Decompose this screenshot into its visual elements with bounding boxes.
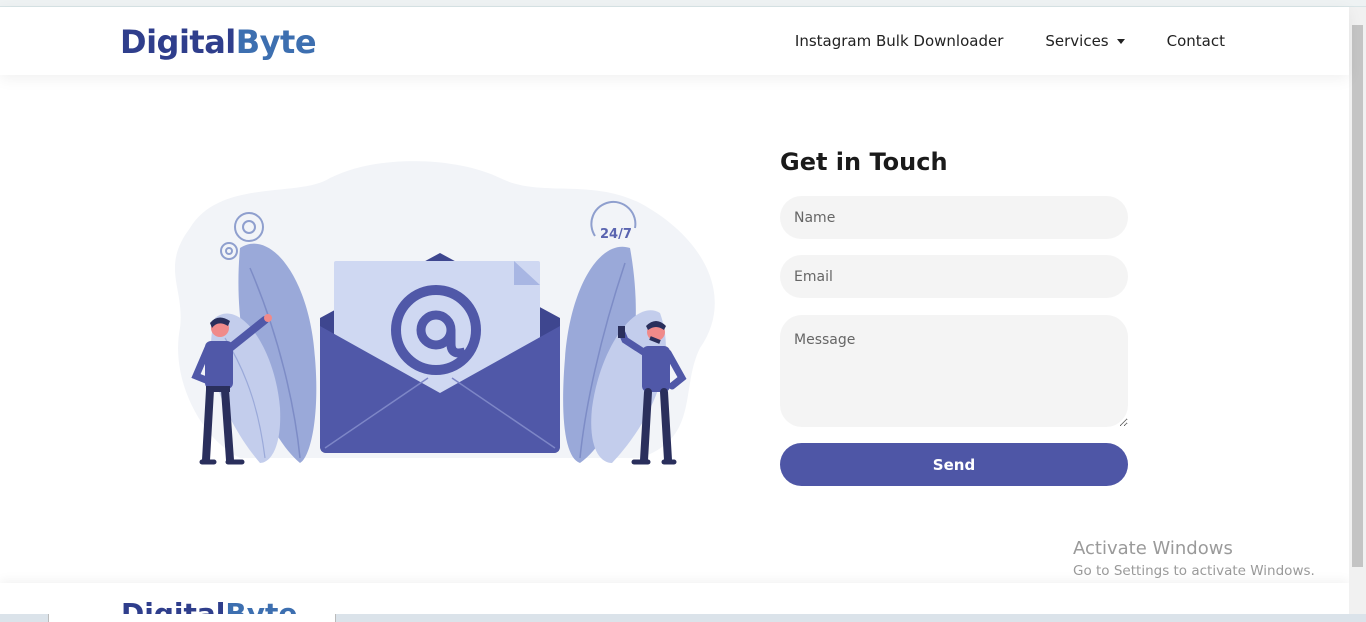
- logo-text: DigitalByte: [120, 23, 317, 61]
- nav-links: Instagram Bulk Downloader Services Conta…: [795, 7, 1225, 75]
- watermark-title: Activate Windows: [1073, 538, 1233, 559]
- browser-top-strip: [0, 0, 1366, 7]
- badge-text: 24/7: [600, 227, 632, 242]
- contact-illustration: 24/7: [174, 161, 715, 465]
- taskbar-window-button[interactable]: [48, 614, 336, 622]
- nav-item-label: Services: [1045, 32, 1109, 50]
- watermark-subtitle: Go to Settings to activate Windows.: [1073, 563, 1315, 579]
- message-field[interactable]: [780, 315, 1128, 427]
- nav-item-services[interactable]: Services: [1045, 32, 1125, 50]
- nav-item-label: Instagram Bulk Downloader: [794, 32, 1004, 50]
- nav-item-label: Contact: [1166, 32, 1225, 50]
- send-button[interactable]: Send: [780, 443, 1128, 486]
- name-field[interactable]: [780, 196, 1128, 239]
- email-field[interactable]: [780, 255, 1128, 298]
- navbar: DigitalByte Instagram Bulk Downloader Se…: [0, 7, 1349, 75]
- site-logo[interactable]: DigitalByte: [120, 20, 317, 64]
- windows-taskbar: [0, 614, 1366, 622]
- nav-item-instagram-bulk-downloader[interactable]: Instagram Bulk Downloader: [795, 32, 1003, 50]
- envelope-icon: [320, 253, 560, 453]
- contact-title: Get in Touch: [780, 148, 948, 176]
- scrollbar-thumb[interactable]: [1352, 25, 1363, 567]
- caret-down-icon: [1116, 38, 1125, 44]
- page-scrollbar[interactable]: [1349, 7, 1366, 614]
- nav-item-contact[interactable]: Contact: [1167, 32, 1225, 50]
- activate-windows-watermark: Activate Windows Go to Settings to activ…: [1073, 538, 1315, 579]
